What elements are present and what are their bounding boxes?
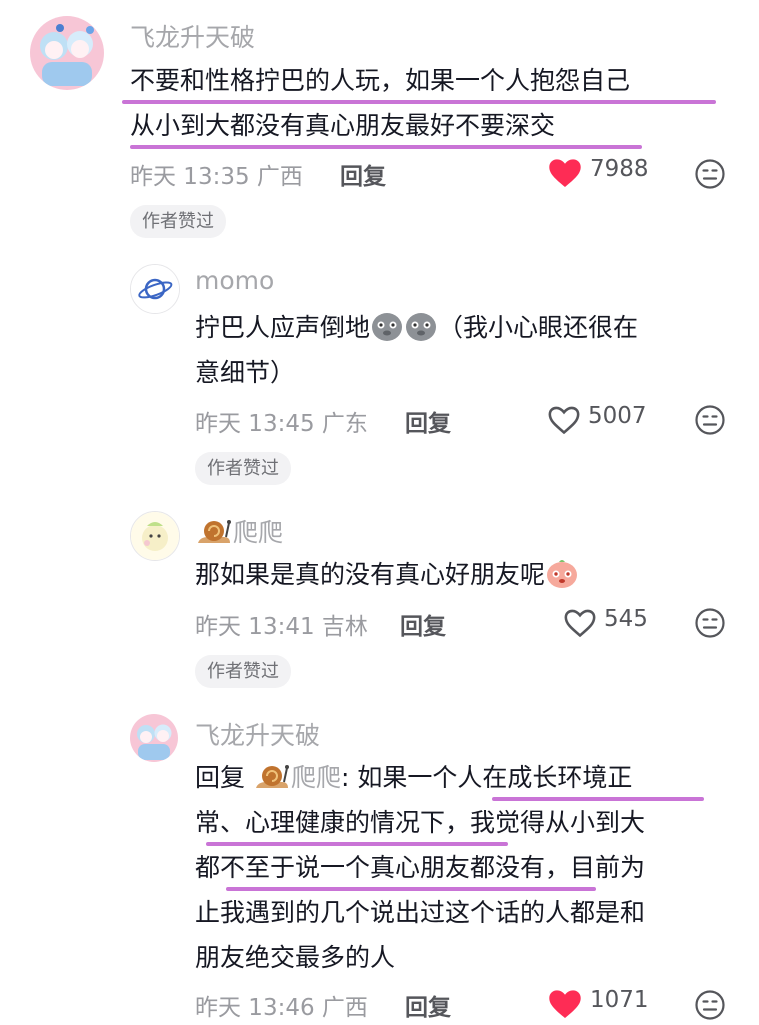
reply-button[interactable]: 回复 bbox=[405, 404, 451, 438]
dislike-button[interactable] bbox=[694, 989, 726, 1021]
heart-filled-icon bbox=[549, 990, 581, 1018]
comment-timestamp-location: 昨天 13:45 广东 bbox=[195, 411, 368, 437]
comment-author[interactable]: 爬爬 bbox=[195, 513, 283, 553]
reply-button[interactable]: 回复 bbox=[340, 157, 386, 191]
author-liked-badge: 作者赞过 bbox=[195, 452, 291, 485]
comment-text-segment: 拧巴人应声倒地 bbox=[195, 313, 371, 342]
comment-timestamp-location: 昨天 13:46 广西 bbox=[195, 995, 368, 1021]
dislike-face-icon bbox=[695, 608, 725, 638]
dislike-face-icon bbox=[695, 990, 725, 1020]
comment-text-line: 不要和性格拧巴的人玩，如果一个人抱怨自己 bbox=[130, 66, 631, 95]
dislike-button[interactable] bbox=[694, 607, 726, 639]
dislike-button[interactable] bbox=[694, 404, 726, 436]
like-button[interactable] bbox=[547, 158, 583, 188]
like-button[interactable] bbox=[547, 405, 581, 435]
avatar[interactable] bbox=[130, 511, 180, 561]
avatar[interactable] bbox=[130, 264, 180, 314]
like-count: 1071 bbox=[590, 987, 649, 1013]
sweat-face-emoji bbox=[404, 310, 438, 357]
like-button[interactable] bbox=[547, 989, 583, 1019]
comment-timestamp-location: 昨天 13:35 广西 bbox=[130, 164, 303, 190]
highlight-underline bbox=[130, 145, 642, 149]
reply-prefix: 回复 bbox=[195, 763, 246, 792]
comment-text-segment: （我小心眼还很在 bbox=[438, 313, 639, 342]
comment-text-line: 朋友绝交最多的人 bbox=[195, 943, 396, 972]
like-button[interactable] bbox=[563, 608, 597, 638]
heart-outline-icon bbox=[564, 609, 596, 638]
heart-outline-icon bbox=[548, 406, 580, 435]
avatar[interactable] bbox=[30, 16, 104, 90]
author-name-text: 爬爬 bbox=[233, 518, 284, 547]
dislike-face-icon bbox=[695, 405, 725, 435]
comment-text-line: 从小到大都没有真心朋友最好不要深交 bbox=[130, 111, 556, 140]
like-count: 5007 bbox=[588, 403, 647, 429]
blush-face-emoji bbox=[545, 557, 579, 604]
comment-text-segment: 那如果是真的没有真心好朋友呢 bbox=[195, 560, 546, 589]
comment-timestamp-location: 昨天 13:41 吉林 bbox=[195, 614, 368, 640]
reply-button[interactable]: 回复 bbox=[400, 607, 446, 641]
comment-text-line: 意细节） bbox=[195, 358, 296, 387]
dislike-button[interactable] bbox=[694, 158, 726, 190]
comment-author[interactable]: 飞龙升天破 bbox=[195, 716, 320, 752]
dislike-face-icon bbox=[695, 159, 725, 189]
comment-text-line: 常、心理健康的情况下，我觉得从小到大 bbox=[195, 808, 646, 837]
reply-to-user[interactable]: 爬爬 bbox=[291, 763, 341, 792]
heart-filled-icon bbox=[549, 159, 581, 187]
comment-text-line: 止我遇到的几个说出过这个话的人都是和 bbox=[195, 898, 646, 927]
comment-author[interactable]: momo bbox=[195, 266, 274, 295]
reply-button[interactable]: 回复 bbox=[405, 988, 451, 1022]
snail-emoji bbox=[195, 517, 233, 553]
avatar[interactable] bbox=[130, 714, 178, 762]
comment-author[interactable]: 飞龙升天破 bbox=[130, 18, 255, 54]
comment-text-segment: : 如果一个人在成长环境正 bbox=[340, 763, 633, 792]
like-count: 7988 bbox=[590, 156, 649, 182]
comment-text-line: 都不至于说一个真心朋友都没有，目前为 bbox=[195, 853, 646, 882]
comment-text-line: 那如果是真的没有真心好朋友呢 bbox=[195, 552, 579, 604]
author-liked-badge: 作者赞过 bbox=[195, 655, 291, 688]
author-liked-badge: 作者赞过 bbox=[130, 205, 226, 238]
like-count: 545 bbox=[604, 606, 648, 632]
sweat-face-emoji bbox=[370, 310, 404, 357]
